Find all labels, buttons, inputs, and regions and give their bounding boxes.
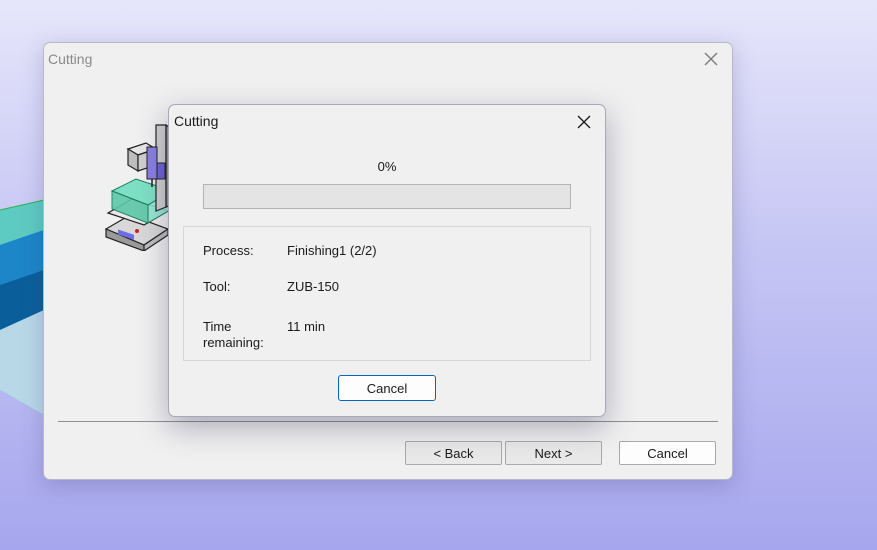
close-icon[interactable] xyxy=(702,50,720,68)
cutting-progress-dialog: Cutting 0% Process: Finishing1 (2/2) Too… xyxy=(168,104,606,417)
time-remaining-value: 11 min xyxy=(287,319,326,334)
time-remaining-label-line1: Time xyxy=(203,319,232,334)
back-button[interactable]: < Back xyxy=(405,441,502,465)
wizard-cancel-button[interactable]: Cancel xyxy=(619,441,716,465)
dialog-cancel-button[interactable]: Cancel xyxy=(338,375,436,401)
wizard-titlebar: Cutting xyxy=(44,43,732,75)
close-icon[interactable] xyxy=(575,113,593,131)
process-label: Process: xyxy=(203,243,254,258)
progress-percent: 0% xyxy=(377,159,397,174)
progress-bar xyxy=(203,184,571,209)
wizard-divider xyxy=(58,421,718,422)
tool-value: ZUB-150 xyxy=(287,279,340,294)
info-panel: Process: Finishing1 (2/2) Tool: ZUB-150 … xyxy=(183,226,591,361)
tool-label: Tool: xyxy=(203,279,231,294)
wizard-title: Cutting xyxy=(48,51,93,67)
time-remaining-label-line2: remaining: xyxy=(203,335,264,350)
dialog-title: Cutting xyxy=(174,113,219,129)
next-button[interactable]: Next > xyxy=(505,441,602,465)
process-value: Finishing1 (2/2) xyxy=(287,243,377,258)
